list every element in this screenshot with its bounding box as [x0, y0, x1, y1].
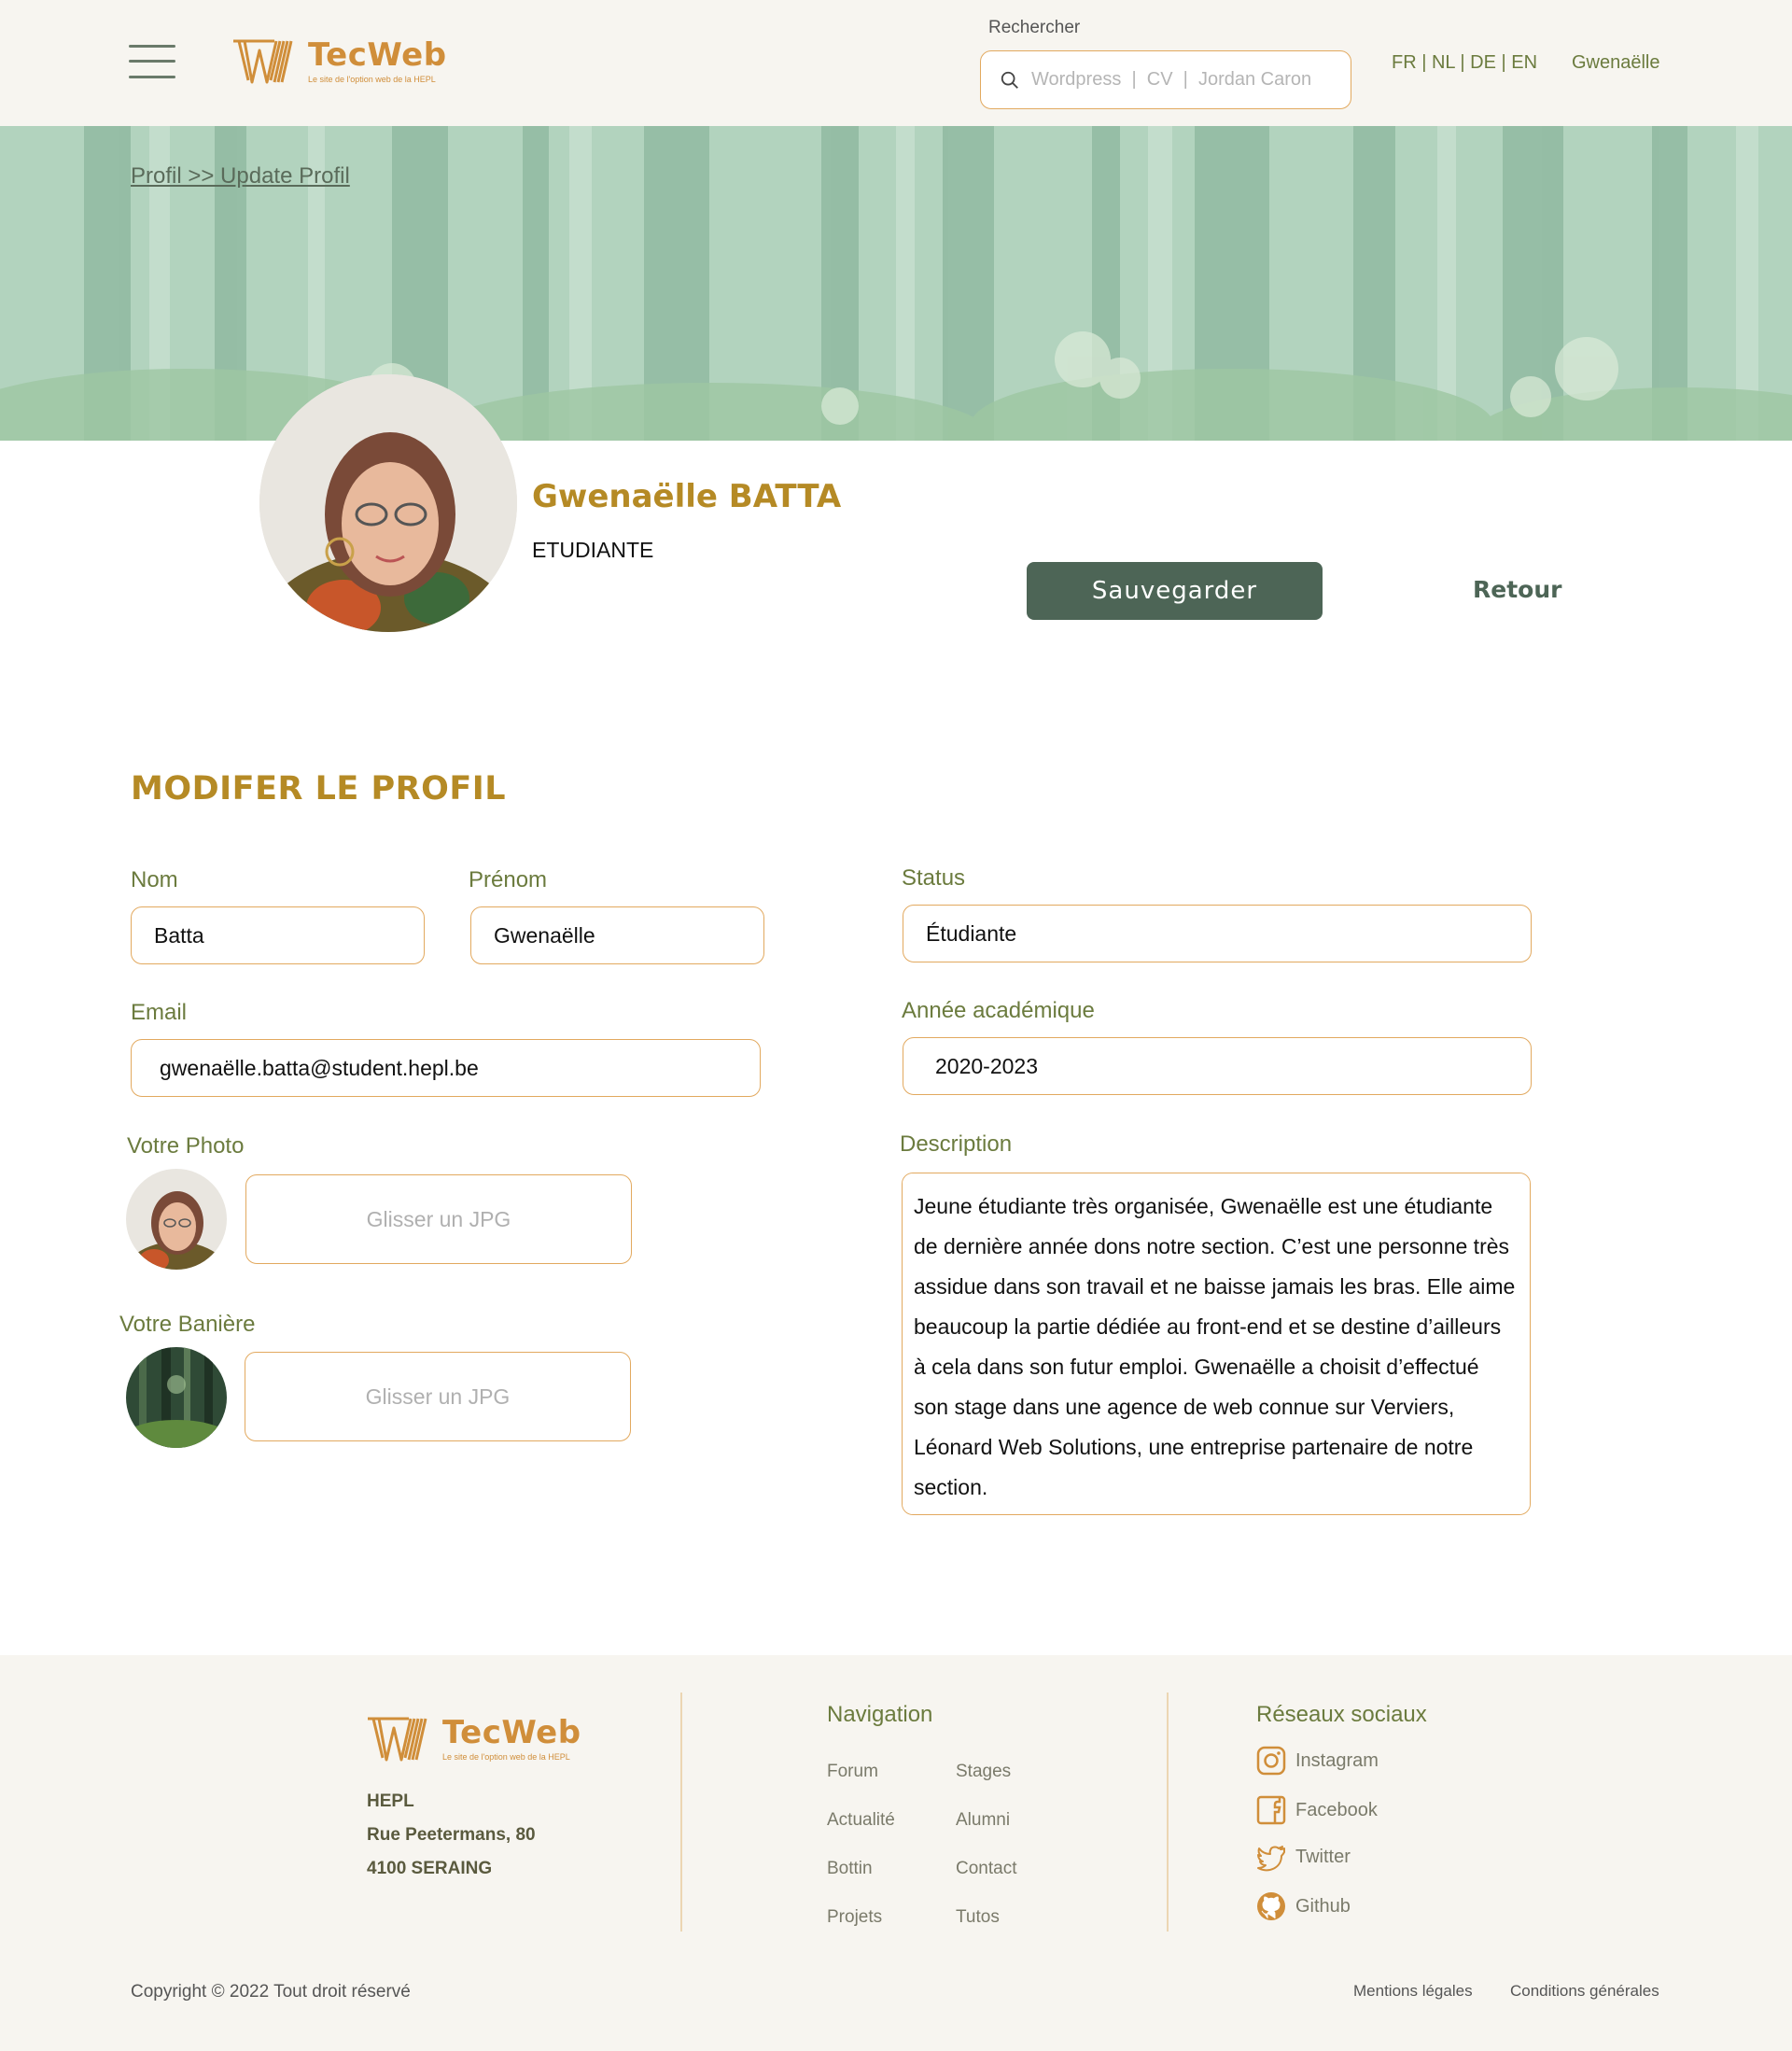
conditions-link[interactable]: Conditions générales: [1510, 1982, 1659, 2001]
site-header: TecWeb Le site de l'option web de la HEP…: [0, 0, 1792, 126]
annee-input[interactable]: [903, 1037, 1532, 1095]
social-label: Github: [1295, 1895, 1351, 1917]
social-facebook[interactable]: Facebook: [1256, 1795, 1378, 1825]
back-button[interactable]: Retour: [1473, 576, 1561, 603]
footer-link-tutos[interactable]: Tutos: [956, 1907, 1000, 1928]
copyright: Copyright © 2022 Tout droit réservé: [131, 1982, 411, 2002]
address-line: Rue Peetermans, 80: [367, 1825, 536, 1845]
search-icon: [1001, 71, 1018, 89]
social-label: Instagram: [1295, 1749, 1379, 1771]
address-line: HEPL: [367, 1791, 414, 1811]
form-title: MODIFER LE PROFIL: [131, 770, 507, 808]
social-label: Twitter: [1295, 1846, 1351, 1867]
prenom-label: Prénom: [469, 867, 548, 892]
footer-link-contact[interactable]: Contact: [956, 1859, 1016, 1879]
address-line: 4100 SERAING: [367, 1859, 493, 1878]
description-label: Description: [900, 1131, 1013, 1157]
footer-logo-name: TecWeb: [442, 1714, 581, 1751]
photo-label: Votre Photo: [127, 1133, 245, 1159]
search-label: Rechercher: [988, 18, 1081, 37]
footer-link-forum[interactable]: Forum: [827, 1762, 878, 1782]
email-label: Email: [131, 1000, 188, 1025]
banner-thumbnail: [126, 1347, 227, 1448]
user-menu[interactable]: Gwenaëlle: [1572, 52, 1660, 74]
description-textarea[interactable]: Jeune étudiante très organisée, Gwenaëll…: [902, 1173, 1531, 1515]
profile-banner: Profil >> Update Profil: [0, 126, 1792, 441]
instagram-icon: [1256, 1746, 1286, 1776]
social-heading: Réseaux sociaux: [1256, 1702, 1427, 1727]
footer-logo-tagline: Le site de l'option web de la HEPL: [442, 1752, 570, 1762]
footer-link-bottin[interactable]: Bottin: [827, 1859, 873, 1879]
social-twitter[interactable]: Twitter: [1256, 1842, 1351, 1872]
facebook-icon: [1256, 1795, 1286, 1825]
banner-label: Votre Banière: [119, 1312, 256, 1337]
social-github[interactable]: Github: [1256, 1891, 1351, 1921]
tecweb-logo-icon: [233, 39, 293, 84]
save-button[interactable]: Sauvegarder: [1027, 562, 1323, 620]
footer-logo[interactable]: TecWeb Le site de l'option web de la HEP…: [366, 1715, 581, 1763]
banner-dropzone[interactable]: Glisser un JPG: [245, 1352, 631, 1441]
nav-heading: Navigation: [827, 1702, 933, 1727]
lang-separator: |: [1495, 52, 1512, 73]
status-input[interactable]: [903, 905, 1532, 962]
photo-thumbnail: [126, 1169, 227, 1270]
social-instagram[interactable]: Instagram: [1256, 1746, 1379, 1776]
footer-link-stages[interactable]: Stages: [956, 1762, 1011, 1782]
prenom-input[interactable]: [470, 906, 764, 964]
twitter-icon: [1257, 1846, 1285, 1872]
nom-label: Nom: [131, 867, 178, 892]
photo-dropzone[interactable]: Glisser un JPG: [245, 1174, 632, 1264]
site-footer: TecWeb Le site de l'option web de la HEP…: [0, 1655, 1792, 2051]
lang-de[interactable]: DE: [1470, 52, 1496, 73]
menu-icon[interactable]: [129, 41, 175, 80]
search-input[interactable]: [1031, 69, 1330, 91]
profile-name: Gwenaëlle BATTA: [532, 478, 842, 515]
tecweb-logo-icon: [368, 1717, 427, 1762]
annee-label: Année académique: [902, 998, 1095, 1023]
logo-name: TecWeb: [308, 36, 447, 74]
profile-role: ETUDIANTE: [532, 538, 654, 562]
lang-fr[interactable]: FR: [1392, 52, 1417, 73]
site-logo[interactable]: TecWeb Le site de l'option web de la HEP…: [231, 37, 447, 86]
language-switcher: FR | NL | DE | EN: [1392, 52, 1537, 74]
breadcrumb[interactable]: Profil >> Update Profil: [131, 163, 350, 190]
lang-nl[interactable]: NL: [1432, 52, 1455, 73]
github-icon: [1257, 1892, 1285, 1920]
status-label: Status: [902, 865, 966, 891]
legal-link[interactable]: Mentions légales: [1353, 1982, 1473, 2001]
email-input[interactable]: [131, 1039, 761, 1097]
logo-tagline: Le site de l'option web de la HEPL: [308, 75, 436, 84]
footer-link-projets[interactable]: Projets: [827, 1907, 882, 1928]
lang-separator: |: [1454, 52, 1471, 73]
lang-en[interactable]: EN: [1511, 52, 1537, 73]
search-box[interactable]: [980, 50, 1351, 109]
footer-divider: [1167, 1693, 1169, 1932]
social-label: Facebook: [1295, 1799, 1378, 1820]
nom-input[interactable]: [131, 906, 425, 964]
footer-link-actualite[interactable]: Actualité: [827, 1810, 895, 1831]
lang-separator: |: [1416, 52, 1432, 73]
footer-link-alumni[interactable]: Alumni: [956, 1810, 1010, 1831]
footer-divider: [680, 1693, 682, 1932]
profile-avatar: [259, 374, 517, 632]
